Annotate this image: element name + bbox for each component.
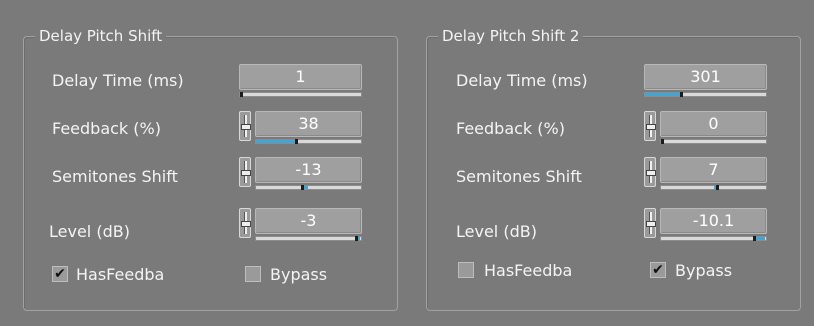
- panel-delay-pitch-shift: Delay Pitch Shift Delay Time (ms) 1 Feed…: [23, 26, 398, 311]
- feedback-slider[interactable]: [660, 139, 767, 144]
- bypass-label: Bypass: [270, 265, 328, 284]
- level-slider[interactable]: [255, 236, 362, 241]
- control-semitones-shift: Semitones Shift 7: [426, 157, 801, 197]
- level-value-field[interactable]: -10.1: [660, 208, 767, 234]
- slider-fill: [256, 140, 296, 143]
- slider-thumb[interactable]: [294, 139, 298, 144]
- control-level: Level (dB) -3: [23, 208, 398, 248]
- slider-thumb[interactable]: [300, 185, 304, 190]
- fader-icon[interactable]: [239, 208, 251, 238]
- feedback-value-field[interactable]: 0: [660, 111, 767, 137]
- delay-time-label: Delay Time (ms): [52, 71, 184, 90]
- slider-thumb[interactable]: [716, 185, 720, 190]
- slider-fill: [645, 93, 682, 96]
- panel-delay-pitch-shift-2: Delay Pitch Shift 2 Delay Time (ms) 301 …: [426, 26, 801, 311]
- panel-title: Delay Pitch Shift: [35, 26, 167, 46]
- control-semitones-shift: Semitones Shift -13: [23, 157, 398, 197]
- fader-icon[interactable]: [239, 111, 251, 141]
- fader-icon[interactable]: [644, 111, 656, 141]
- delay-time-slider[interactable]: [644, 92, 767, 97]
- slider-thumb[interactable]: [354, 236, 358, 241]
- feedback-value-field[interactable]: 38: [255, 111, 362, 137]
- fader-icon[interactable]: [239, 157, 251, 187]
- control-delay-time: Delay Time (ms) 1: [23, 64, 398, 104]
- bypass-checkbox[interactable]: [245, 266, 261, 282]
- level-slider[interactable]: [660, 236, 767, 241]
- fader-icon[interactable]: [644, 208, 656, 238]
- hasfeedback-checkbox[interactable]: ✔: [52, 266, 68, 282]
- delay-time-slider[interactable]: [239, 92, 362, 97]
- hasfeedback-checkbox[interactable]: [458, 262, 474, 278]
- panel-title: Delay Pitch Shift 2: [438, 26, 584, 46]
- feedback-label: Feedback (%): [456, 119, 565, 138]
- control-delay-time: Delay Time (ms) 301: [426, 64, 801, 104]
- semitones-value-field[interactable]: 7: [660, 157, 767, 183]
- bypass-label: Bypass: [675, 261, 733, 280]
- semitones-value-field[interactable]: -13: [255, 157, 362, 183]
- delay-time-label: Delay Time (ms): [456, 71, 588, 90]
- control-level: Level (dB) -10.1: [426, 208, 801, 248]
- level-label: Level (dB): [49, 222, 130, 241]
- slider-thumb[interactable]: [680, 92, 684, 97]
- bypass-checkbox[interactable]: ✔: [650, 262, 666, 278]
- level-label: Level (dB): [456, 222, 537, 241]
- semitones-shift-label: Semitones Shift: [456, 167, 582, 186]
- slider-thumb[interactable]: [752, 236, 756, 241]
- hasfeedback-label: HasFeedba: [484, 261, 573, 280]
- delay-time-value-field[interactable]: 301: [644, 64, 767, 90]
- level-value-field[interactable]: -3: [255, 208, 362, 234]
- slider-thumb[interactable]: [661, 139, 664, 144]
- slider-thumb[interactable]: [240, 92, 244, 97]
- delay-time-value-field[interactable]: 1: [239, 64, 362, 90]
- semitones-shift-label: Semitones Shift: [52, 167, 178, 186]
- feedback-slider[interactable]: [255, 139, 362, 144]
- semitones-slider[interactable]: [255, 185, 362, 190]
- slider-fill: [754, 237, 765, 240]
- semitones-slider[interactable]: [660, 185, 767, 190]
- fader-icon[interactable]: [644, 157, 656, 187]
- control-feedback: Feedback (%) 0: [426, 111, 801, 151]
- feedback-label: Feedback (%): [52, 119, 161, 138]
- hasfeedback-label: HasFeedba: [76, 265, 165, 284]
- control-feedback: Feedback (%) 38: [23, 111, 398, 151]
